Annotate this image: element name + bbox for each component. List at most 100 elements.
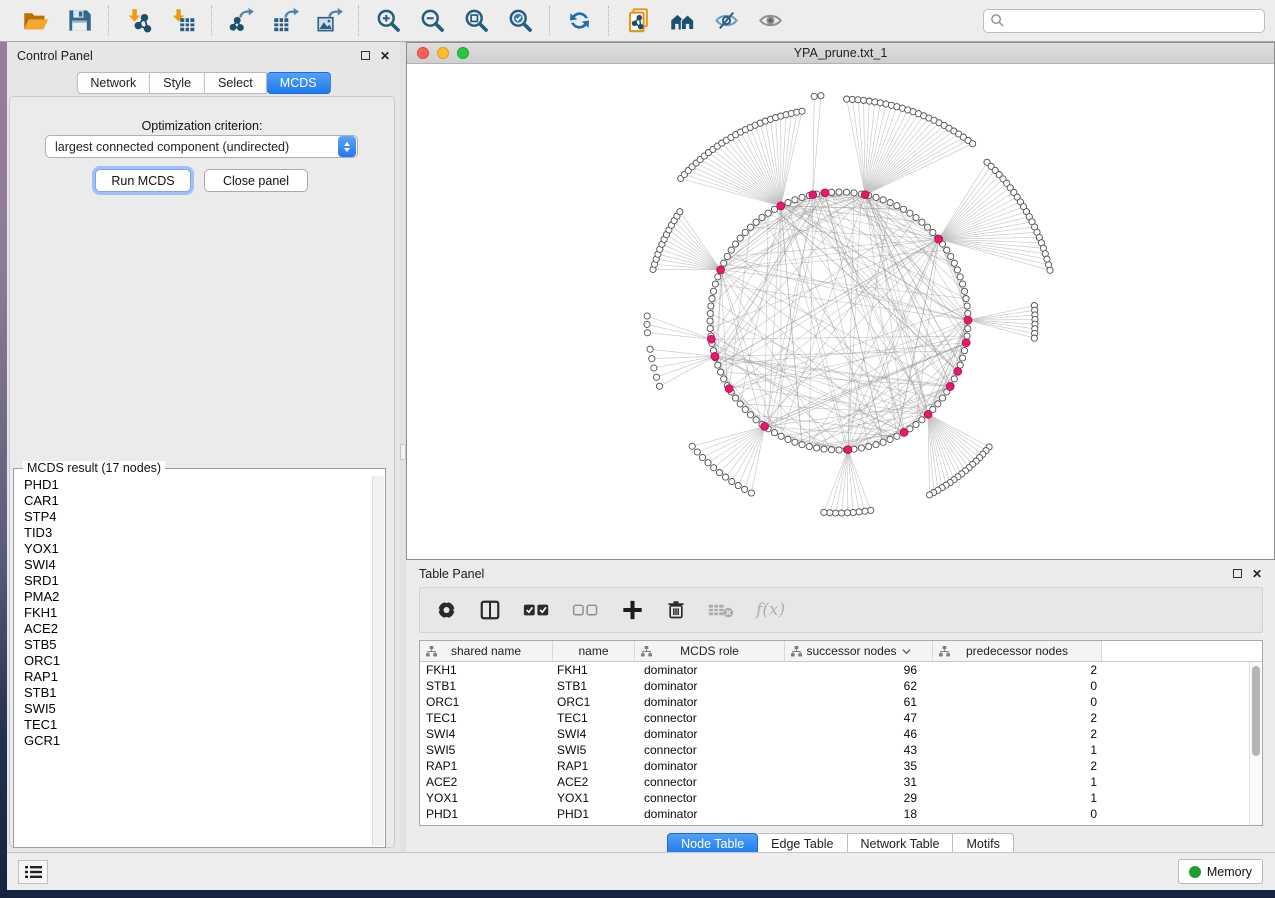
optimization-criterion-select[interactable]: largest connected component (undirected) — [45, 135, 358, 158]
table-row[interactable]: STB1STB1dominator620 — [420, 678, 1262, 694]
task-history-button[interactable] — [18, 860, 48, 884]
table-cell-mcds-role[interactable]: dominator — [635, 759, 785, 773]
mcds-result-item[interactable]: TID3 — [24, 525, 371, 541]
mcds-result-item[interactable]: TEC1 — [24, 717, 371, 733]
table-cell-mcds-role[interactable]: dominator — [635, 663, 785, 677]
table-cell-name[interactable]: PHD1 — [553, 807, 635, 821]
table-cell-name[interactable]: SWI5 — [553, 743, 635, 757]
import-network-icon[interactable] — [121, 5, 155, 37]
mcds-result-item[interactable]: SWI5 — [24, 701, 371, 717]
table-cell-predecessor-nodes[interactable]: 1 — [933, 775, 1102, 789]
float-panel-icon[interactable] — [361, 51, 370, 60]
table-cell-successor-nodes[interactable]: 62 — [785, 679, 933, 693]
table-cell-predecessor-nodes[interactable]: 2 — [933, 759, 1102, 773]
table-cell-mcds-role[interactable]: dominator — [635, 679, 785, 693]
delete-table-icon[interactable] — [708, 599, 734, 621]
table-cell-mcds-role[interactable]: connector — [635, 775, 785, 789]
table-row[interactable]: RAP1RAP1dominator352 — [420, 758, 1262, 774]
table-cell-shared-name[interactable]: STB1 — [420, 679, 553, 693]
table-cell-successor-nodes[interactable]: 46 — [785, 727, 933, 741]
hide-selected-icon[interactable] — [709, 5, 743, 37]
mcds-result-item[interactable]: SWI4 — [24, 557, 371, 573]
tab-mcds[interactable]: MCDS — [267, 72, 331, 94]
table-row[interactable]: PHD1PHD1dominator180 — [420, 806, 1262, 822]
settings-gear-icon[interactable] — [436, 599, 457, 621]
network-canvas-svg[interactable] — [407, 64, 1274, 559]
table-cell-successor-nodes[interactable]: 31 — [785, 775, 933, 789]
table-row[interactable]: SWI4SWI4dominator462 — [420, 726, 1262, 742]
close-panel-button[interactable]: Close panel — [204, 169, 308, 192]
mcds-result-item[interactable]: STB5 — [24, 637, 371, 653]
close-panel-icon[interactable]: ✕ — [380, 50, 390, 62]
table-row[interactable]: ORC1ORC1dominator610 — [420, 694, 1262, 710]
mcds-result-item[interactable]: RAP1 — [24, 669, 371, 685]
mcds-result-item[interactable]: SRD1 — [24, 573, 371, 589]
search-input[interactable] — [1005, 14, 1258, 28]
table-cell-successor-nodes[interactable]: 43 — [785, 743, 933, 757]
table-row[interactable]: TEC1TEC1connector472 — [420, 710, 1262, 726]
table-cell-mcds-role[interactable]: dominator — [635, 727, 785, 741]
table-cell-shared-name[interactable]: YOX1 — [420, 791, 553, 805]
table-cell-mcds-role[interactable]: connector — [635, 791, 785, 805]
table-cell-successor-nodes[interactable]: 18 — [785, 807, 933, 821]
tab-select[interactable]: Select — [205, 72, 267, 94]
column-header-name[interactable]: name — [553, 641, 635, 661]
table-cell-shared-name[interactable]: FKH1 — [420, 663, 553, 677]
table-cell-mcds-role[interactable]: connector — [635, 711, 785, 725]
table-cell-predecessor-nodes[interactable]: 2 — [933, 663, 1102, 677]
mcds-list-scrollbar[interactable] — [372, 476, 384, 846]
table-cell-shared-name[interactable]: SWI5 — [420, 743, 553, 757]
memory-button[interactable]: Memory — [1178, 859, 1263, 884]
table-cell-shared-name[interactable]: TEC1 — [420, 711, 553, 725]
table-cell-shared-name[interactable]: ACE2 — [420, 775, 553, 789]
mcds-result-item[interactable]: ACE2 — [24, 621, 371, 637]
import-table-icon[interactable] — [165, 5, 199, 37]
select-all-icon[interactable] — [523, 599, 550, 621]
table-cell-successor-nodes[interactable]: 35 — [785, 759, 933, 773]
mcds-result-item[interactable]: FKH1 — [24, 605, 371, 621]
table-row[interactable]: SWI5SWI5connector431 — [420, 742, 1262, 758]
table-cell-shared-name[interactable]: RAP1 — [420, 759, 553, 773]
refresh-layout-icon[interactable] — [562, 5, 596, 37]
delete-column-icon[interactable] — [666, 599, 686, 621]
table-cell-predecessor-nodes[interactable]: 0 — [933, 807, 1102, 821]
table-cell-name[interactable]: SWI4 — [553, 727, 635, 741]
mcds-result-item[interactable]: PMA2 — [24, 589, 371, 605]
table-cell-name[interactable]: RAP1 — [553, 759, 635, 773]
table-cell-mcds-role[interactable]: dominator — [635, 807, 785, 821]
export-table-icon[interactable] — [268, 5, 302, 37]
zoom-selected-icon[interactable] — [503, 5, 537, 37]
table-scrollbar-thumb[interactable] — [1252, 666, 1260, 756]
table-cell-predecessor-nodes[interactable]: 2 — [933, 711, 1102, 725]
column-header-predecessor-nodes[interactable]: predecessor nodes — [933, 641, 1102, 661]
float-table-panel-icon[interactable] — [1233, 569, 1242, 578]
deselect-all-icon[interactable] — [572, 599, 599, 621]
table-cell-name[interactable]: ACE2 — [553, 775, 635, 789]
mcds-result-item[interactable]: PHD1 — [24, 477, 371, 493]
table-cell-successor-nodes[interactable]: 29 — [785, 791, 933, 805]
table-row[interactable]: ACE2ACE2connector311 — [420, 774, 1262, 790]
mcds-result-item[interactable]: STB1 — [24, 685, 371, 701]
column-header-shared-name[interactable]: shared name — [420, 641, 553, 661]
table-cell-predecessor-nodes[interactable]: 1 — [933, 791, 1102, 805]
table-cell-successor-nodes[interactable]: 47 — [785, 711, 933, 725]
table-row[interactable]: FKH1FKH1dominator962 — [420, 662, 1262, 678]
run-mcds-button[interactable]: Run MCDS — [95, 169, 191, 192]
add-column-icon[interactable] — [621, 599, 644, 621]
mcds-result-item[interactable]: STP4 — [24, 509, 371, 525]
mcds-result-item[interactable]: YOX1 — [24, 541, 371, 557]
search-box[interactable] — [983, 9, 1265, 33]
table-cell-successor-nodes[interactable]: 61 — [785, 695, 933, 709]
zoom-in-icon[interactable] — [371, 5, 405, 37]
export-network-icon[interactable] — [224, 5, 258, 37]
table-scrollbar[interactable] — [1249, 662, 1262, 825]
table-cell-name[interactable]: FKH1 — [553, 663, 635, 677]
open-file-icon[interactable] — [18, 5, 52, 37]
mcds-result-item[interactable]: ORC1 — [24, 653, 371, 669]
table-cell-predecessor-nodes[interactable]: 0 — [933, 695, 1102, 709]
save-session-icon[interactable] — [62, 5, 96, 37]
table-cell-predecessor-nodes[interactable]: 0 — [933, 679, 1102, 693]
column-header-successor-nodes[interactable]: successor nodes — [785, 641, 933, 661]
table-cell-mcds-role[interactable]: dominator — [635, 695, 785, 709]
column-chooser-icon[interactable] — [479, 599, 501, 621]
